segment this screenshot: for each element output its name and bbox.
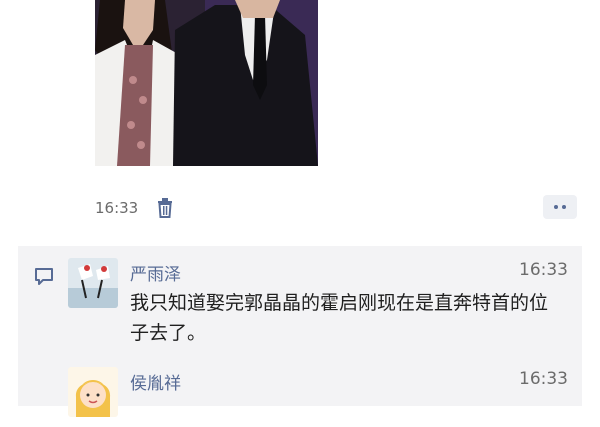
comment-timestamp: 16:33 xyxy=(519,260,568,280)
avatar[interactable] xyxy=(68,258,118,308)
comments-section: 严雨泽 16:33 我只知道娶完郭晶晶的霍启刚现在是直奔特首的位子去了。 侯胤祥… xyxy=(18,246,582,417)
comment-item[interactable]: 严雨泽 16:33 我只知道娶完郭晶晶的霍启刚现在是直奔特首的位子去了。 xyxy=(68,258,568,358)
comment-item[interactable]: 侯胤祥 16:33 xyxy=(68,367,568,427)
post-timestamp: 16:33 xyxy=(95,199,139,217)
couple-photo xyxy=(95,0,318,166)
more-button[interactable] xyxy=(543,195,577,219)
trash-icon[interactable] xyxy=(156,198,174,218)
comment-icon xyxy=(34,267,54,287)
comment-author[interactable]: 严雨泽 xyxy=(130,260,181,285)
comment-timestamp: 16:33 xyxy=(519,369,568,389)
more-dots-icon xyxy=(554,205,558,209)
post-photo[interactable] xyxy=(95,0,318,166)
avatar[interactable] xyxy=(68,367,118,417)
post-meta: 16:33 xyxy=(95,196,174,220)
comment-author[interactable]: 侯胤祥 xyxy=(130,369,181,394)
comment-text: 我只知道娶完郭晶晶的霍启刚现在是直奔特首的位子去了。 xyxy=(130,292,549,344)
